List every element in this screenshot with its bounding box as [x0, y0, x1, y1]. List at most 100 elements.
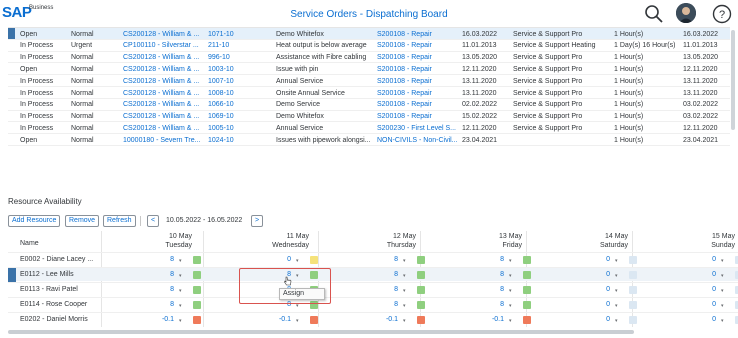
chevron-down-icon[interactable]: ▾ — [615, 318, 618, 324]
cell-object[interactable]: 211-10 — [208, 41, 229, 50]
cell-object[interactable]: 1007-10 — [208, 77, 234, 86]
availability-hours[interactable]: 8 — [150, 271, 174, 278]
cell-object[interactable]: 1066-10 — [208, 100, 234, 109]
cell-type[interactable]: S200108 - Repair — [377, 89, 432, 98]
chevron-down-icon[interactable]: ▾ — [615, 273, 618, 279]
availability-hours[interactable]: 0 — [692, 316, 716, 323]
resource-row[interactable]: E0112 - Lee Mills 8 ▾ 8 ▾ 8 ▾ 8 ▾ 0 ▾ 0 ▾ — [8, 267, 738, 282]
chevron-down-icon[interactable]: ▾ — [509, 318, 512, 324]
chevron-down-icon[interactable]: ▾ — [721, 318, 724, 324]
cell-type[interactable]: S200108 - Repair — [377, 53, 432, 62]
cell-object[interactable]: 1024-10 — [208, 136, 234, 145]
add-resource-button[interactable]: Add Resource — [8, 215, 61, 227]
chevron-down-icon[interactable]: ▾ — [509, 303, 512, 309]
chevron-down-icon[interactable]: ▾ — [615, 288, 618, 294]
availability-hours[interactable]: 8 — [480, 301, 504, 308]
cell-type[interactable]: S200108 - Repair — [377, 30, 432, 39]
availability-hours[interactable]: 8 — [374, 256, 398, 263]
cell-type[interactable]: S200108 - Repair — [377, 77, 432, 86]
availability-hours[interactable]: -0.1 — [150, 316, 174, 323]
availability-hours[interactable]: 0 — [586, 271, 610, 278]
availability-hours[interactable]: 0 — [586, 301, 610, 308]
chevron-down-icon[interactable]: ▾ — [721, 258, 724, 264]
chevron-down-icon[interactable]: ▾ — [179, 318, 182, 324]
availability-hours[interactable]: 0 — [692, 286, 716, 293]
availability-hours[interactable]: 8 — [480, 271, 504, 278]
cell-customer[interactable]: CS200128 - William & ... — [123, 77, 199, 86]
chevron-down-icon[interactable]: ▾ — [509, 273, 512, 279]
chevron-down-icon[interactable]: ▾ — [403, 318, 406, 324]
cell-object[interactable]: 1071-10 — [208, 30, 234, 39]
cell-customer[interactable]: CP100110 - Silverstar ... — [123, 41, 199, 50]
cell-customer[interactable]: CS200128 - William & ... — [123, 30, 199, 39]
next-week-button[interactable]: > — [251, 215, 264, 227]
chevron-down-icon[interactable]: ▾ — [179, 258, 182, 264]
horizontal-scrollbar[interactable] — [8, 330, 634, 334]
availability-hours[interactable]: 8 — [374, 271, 398, 278]
cell-customer[interactable]: CS200128 - William & ... — [123, 100, 199, 109]
chevron-down-icon[interactable]: ▾ — [509, 288, 512, 294]
table-row[interactable]: Open Normal CS200128 - William & ... 1071-1… — [8, 28, 730, 40]
availability-hours[interactable]: 0 — [586, 256, 610, 263]
chevron-down-icon[interactable]: ▾ — [721, 288, 724, 294]
cell-type[interactable]: NON-CIVILS - Non-Civil... — [377, 136, 458, 145]
cell-type[interactable]: S200230 - First Level S... — [377, 124, 456, 133]
cell-customer[interactable]: CS200128 - William & ... — [123, 112, 199, 121]
table-row[interactable]: In Process Normal CS200128 - William & ...… — [8, 87, 730, 99]
cell-object[interactable]: 1008-10 — [208, 89, 234, 98]
resource-row[interactable]: E0114 - Rose Cooper 8 ▾ 8 ▾ 8 ▾ 8 ▾ 0 ▾ 0 ▾ — [8, 297, 738, 311]
cell-object[interactable]: 1003-10 — [208, 65, 234, 74]
availability-hours[interactable]: 8 — [150, 286, 174, 293]
cell-customer[interactable]: CS200128 - William & ... — [123, 53, 199, 62]
chevron-down-icon[interactable]: ▾ — [615, 303, 618, 309]
table-row[interactable]: Open Normal CS200128 - William & ... 1003-1… — [8, 63, 730, 76]
previous-week-button[interactable]: < — [147, 215, 160, 227]
cell-customer[interactable]: CS200128 - William & ... — [123, 65, 199, 74]
table-row[interactable]: In Process Normal CS200128 - William & ...… — [8, 111, 730, 123]
table-row[interactable]: Open Normal 10000180 - Severn Tre... 1024-1… — [8, 134, 730, 146]
resource-row[interactable]: E0202 - Daniel Morris -0.1 ▾ -0.1 ▾ -0.1 ▾ -0.1… — [8, 312, 738, 326]
availability-hours[interactable]: 0 — [692, 256, 716, 263]
chevron-down-icon[interactable]: ▾ — [179, 273, 182, 279]
chevron-down-icon[interactable]: ▾ — [721, 273, 724, 279]
chevron-down-icon[interactable]: ▾ — [179, 288, 182, 294]
cell-customer[interactable]: CS200128 - William & ... — [123, 89, 199, 98]
availability-hours[interactable]: 0 — [586, 316, 610, 323]
availability-hours[interactable]: 8 — [374, 286, 398, 293]
availability-hours[interactable]: 8 — [150, 256, 174, 263]
chevron-down-icon[interactable]: ▾ — [403, 258, 406, 264]
search-icon[interactable] — [644, 4, 664, 24]
availability-hours[interactable]: 8 — [150, 301, 174, 308]
availability-hours[interactable]: 0 — [586, 286, 610, 293]
chevron-down-icon[interactable]: ▾ — [296, 258, 299, 264]
cell-customer[interactable]: 10000180 - Severn Tre... — [123, 136, 200, 145]
table-row[interactable]: In Process Urgent CP100110 - Silverstar ..… — [8, 40, 730, 52]
assign-menu-item[interactable]: Assign — [279, 288, 325, 300]
chevron-down-icon[interactable]: ▾ — [403, 273, 406, 279]
availability-hours[interactable]: 0 — [692, 271, 716, 278]
table-row[interactable]: In Process Normal CS200128 - William & ...… — [8, 99, 730, 111]
chevron-down-icon[interactable]: ▾ — [179, 303, 182, 309]
availability-hours[interactable]: -0.1 — [480, 316, 504, 323]
chevron-down-icon[interactable]: ▾ — [403, 288, 406, 294]
cell-object[interactable]: 1005-10 — [208, 124, 234, 133]
chevron-down-icon[interactable]: ▾ — [296, 318, 299, 324]
refresh-button[interactable]: Refresh — [103, 215, 136, 227]
availability-hours[interactable]: 8 — [480, 286, 504, 293]
resource-row[interactable]: E0113 - Ravi Patel8▾8▾8▾8▾0▾0▾ — [8, 282, 738, 296]
availability-hours[interactable]: 8 — [374, 301, 398, 308]
cell-customer[interactable]: CS200128 - William & ... — [123, 124, 199, 133]
help-icon[interactable]: ? — [712, 4, 732, 24]
table-row[interactable]: In Process Normal CS200128 - William & ...… — [8, 75, 730, 87]
availability-hours[interactable]: 8 — [480, 256, 504, 263]
remove-button[interactable]: Remove — [65, 215, 100, 227]
cell-type[interactable]: S200108 - Repair — [377, 41, 432, 50]
resource-row[interactable]: E0002 - Diane Lacey ... 8 ▾ 0 ▾ 8 ▾ 8 ▾ 0 ▾ 0 ▾ — [8, 252, 738, 266]
table-row[interactable]: In Process Normal CS200128 - William & ...… — [8, 52, 730, 64]
table-row[interactable]: In Process Normal CS200128 - William & ...… — [8, 122, 730, 135]
availability-hours[interactable]: -0.1 — [374, 316, 398, 323]
cell-object[interactable]: 996-10 — [208, 53, 230, 62]
orders-scrollbar[interactable] — [731, 30, 735, 130]
chevron-down-icon[interactable]: ▾ — [403, 303, 406, 309]
user-avatar[interactable] — [676, 3, 696, 23]
